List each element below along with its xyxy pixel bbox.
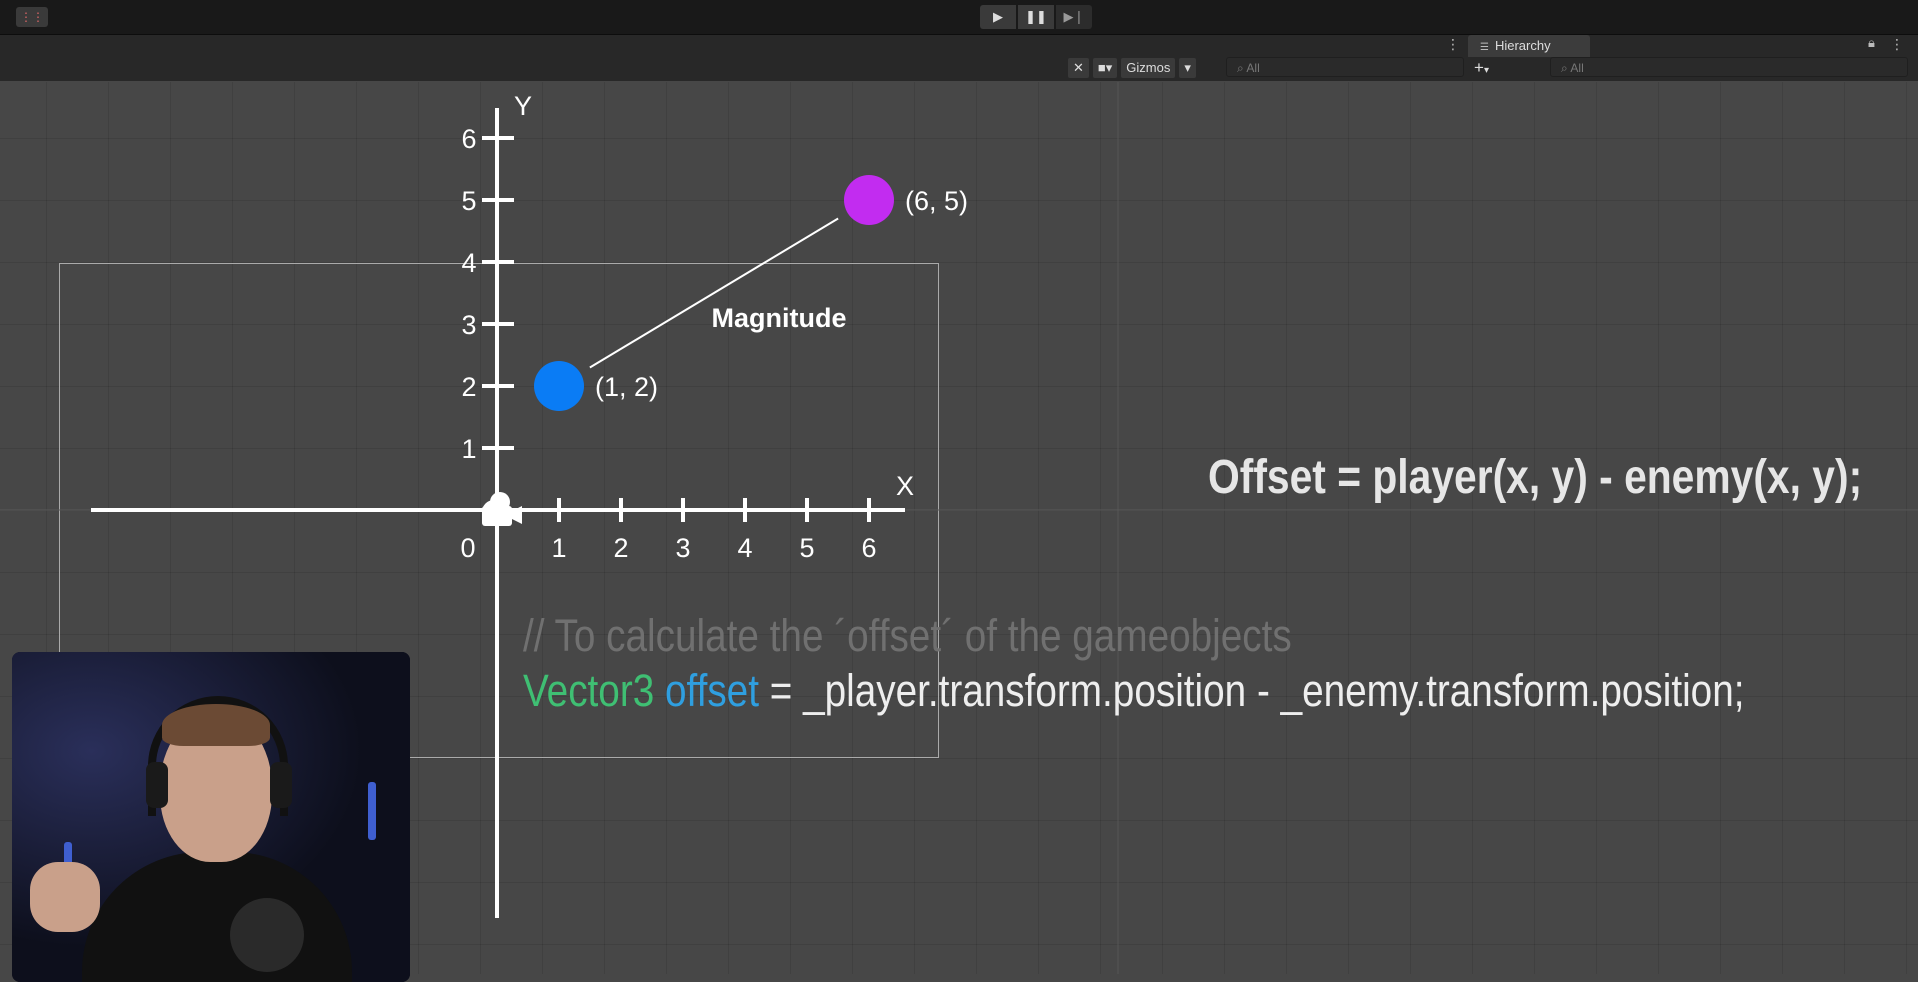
x-tick-label: 5 xyxy=(799,533,814,563)
webcam-overlay xyxy=(12,652,410,982)
offset-formula: Offset = player(x, y) - enemy(x, y); xyxy=(1208,451,1863,504)
presenter-hair xyxy=(162,704,270,746)
x-tick-marks: 1 2 3 4 5 6 xyxy=(551,498,877,563)
magnitude-line xyxy=(589,217,839,369)
x-tick-label: 6 xyxy=(861,533,876,563)
microphone xyxy=(230,898,304,972)
enemy-point-label: (6, 5) xyxy=(905,186,968,216)
x-axis-label: X xyxy=(896,471,914,501)
code-line: Vector3 offset = _player.transform.posit… xyxy=(523,665,1744,717)
camera-gizmo-icon[interactable] xyxy=(482,492,522,526)
x-tick-label: 1 xyxy=(551,533,566,563)
y-tick-label: 2 xyxy=(461,372,476,402)
presenter-hand xyxy=(30,862,100,932)
type-keyword: Vector3 xyxy=(523,665,655,716)
y-tick-label: 1 xyxy=(461,434,476,464)
y-axis-label: Y xyxy=(514,91,532,121)
enemy-point[interactable] xyxy=(844,175,894,225)
x-tick-label: 4 xyxy=(737,533,752,563)
code-expression: = _player.transform.position - _enemy.tr… xyxy=(758,665,1745,716)
variable-name: offset xyxy=(665,665,759,716)
player-point[interactable] xyxy=(534,361,584,411)
light-right xyxy=(368,782,376,840)
code-comment: // To calculate the ´offset´ of the game… xyxy=(523,610,1292,661)
player-point-label: (1, 2) xyxy=(595,372,658,402)
x-tick-label: 3 xyxy=(675,533,690,563)
y-tick-label: 6 xyxy=(461,124,476,154)
y-tick-label: 5 xyxy=(461,186,476,216)
y-tick-marks: 1 2 3 4 5 6 xyxy=(461,124,514,464)
x-tick-label: 2 xyxy=(613,533,628,563)
magnitude-label: Magnitude xyxy=(712,303,847,333)
y-tick-label: 3 xyxy=(461,310,476,340)
origin-label: 0 xyxy=(460,533,475,563)
y-tick-label: 4 xyxy=(461,248,476,278)
